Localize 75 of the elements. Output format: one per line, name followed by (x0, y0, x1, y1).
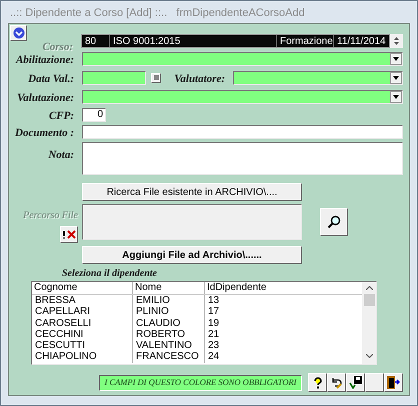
table-cell-text: 13 (207, 295, 220, 306)
table-cell: CAPELLARI (32, 306, 133, 318)
caret-icon (390, 72, 402, 84)
dropdown-field[interactable] (82, 90, 403, 104)
table-cell-text: 23 (207, 340, 220, 352)
undo-button[interactable] (327, 373, 346, 392)
search-icon (327, 215, 341, 229)
help-button[interactable] (308, 373, 327, 392)
chevron-down-icon (12, 27, 24, 39)
field-label: Data Val.: (28, 72, 74, 84)
note-field[interactable] (82, 142, 403, 175)
table-cell: EMILIO (133, 295, 205, 306)
field-label: Abilitazione: (16, 54, 74, 66)
search-archive-button[interactable]: Ricerca File esistente in ARCHIVIO\.... (82, 183, 302, 201)
field-label: CFP: (48, 110, 74, 122)
field-label: Valutatore: (174, 72, 225, 84)
date-field[interactable] (82, 70, 146, 84)
clear-file-button[interactable] (60, 226, 78, 243)
field-label: Nota: (48, 149, 74, 161)
column-header[interactable]: Nome (133, 282, 205, 294)
search-button[interactable] (320, 208, 348, 236)
save-icon (349, 376, 362, 389)
column-header[interactable]: Cognome (32, 282, 133, 294)
caret-icon (390, 52, 402, 64)
scroll-thumb[interactable] (364, 294, 374, 306)
field-label: Valutazione: (17, 92, 74, 104)
field-label: Corso: (42, 41, 73, 53)
table-cell: VALENTINO (133, 340, 205, 352)
table-cell: CESCUTTI (32, 340, 133, 352)
table-cell-text: 24 (207, 351, 220, 363)
table-row[interactable]: CESCUTTI VALENTINO 23 (32, 340, 362, 352)
exit-button[interactable] (384, 373, 403, 392)
table-row[interactable]: CAPELLARI PLINIO 17 (32, 306, 362, 318)
course-cell: 80 (82, 35, 110, 47)
table-cell: CHIAPOLINO (32, 351, 133, 363)
table-cell: ROBERTO (133, 328, 205, 340)
dropdown-field[interactable] (233, 70, 403, 84)
file-path-label: Percorso File (23, 209, 78, 223)
field-label: Documento : (15, 126, 74, 138)
table-cell-text: 19 (207, 318, 220, 329)
table-title: Seleziona il dipendente (62, 268, 157, 280)
calendar-button[interactable] (151, 72, 161, 82)
error-icon (62, 230, 76, 239)
column-header[interactable]: IdDipendente (205, 282, 362, 294)
table-row[interactable]: CECCHINI ROBERTO 21 (32, 328, 362, 340)
question-icon (314, 376, 322, 388)
dropdown-field[interactable] (82, 52, 403, 66)
scroll-up-icon[interactable] (366, 286, 372, 290)
table-cell-text: 17 (207, 306, 220, 318)
undo-icon (330, 376, 343, 388)
spin-icon[interactable] (390, 34, 403, 48)
table-cell-text: 21 (207, 328, 220, 340)
scrollbar[interactable] (362, 282, 376, 364)
required-notice: I CAMPI DI QUESTO COLORE SONO OBBLIGATORI (99, 374, 302, 390)
table-row[interactable]: BRESSA EMILIO 13 (32, 295, 362, 306)
table-row[interactable]: CAROSELLI CLAUDIO 19 (32, 318, 362, 329)
course-cell: Formazione (277, 35, 334, 47)
add-archive-button[interactable]: Aggiungi File ad Archivio\...... (82, 246, 302, 264)
window-title: ..:: Dipendente a Corso [Add] ::.. frmDipendenteACorsoAdd (10, 6, 305, 22)
course-cell-text: 11/11/2014 (336, 35, 387, 47)
table-cell: CLAUDIO (133, 318, 205, 329)
collapse-button[interactable] (10, 25, 27, 41)
table-cell: FRANCESCO (133, 351, 205, 363)
table-cell: BRESSA (32, 295, 133, 306)
save-button[interactable] (346, 373, 365, 392)
table-cell: CAROSELLI (32, 318, 133, 329)
exit-icon (387, 376, 400, 389)
scroll-down-icon[interactable] (366, 354, 372, 358)
table-cell: CECCHINI (32, 328, 133, 340)
table-cell: PLINIO (133, 306, 205, 318)
cfp-field[interactable]: 0 (82, 108, 106, 122)
document-field[interactable] (82, 124, 403, 138)
table-row[interactable]: CHIAPOLINO FRANCESCO 24 (32, 351, 362, 363)
course-cell: ISO 9001:2015 (110, 35, 277, 47)
caret-icon (390, 90, 402, 102)
